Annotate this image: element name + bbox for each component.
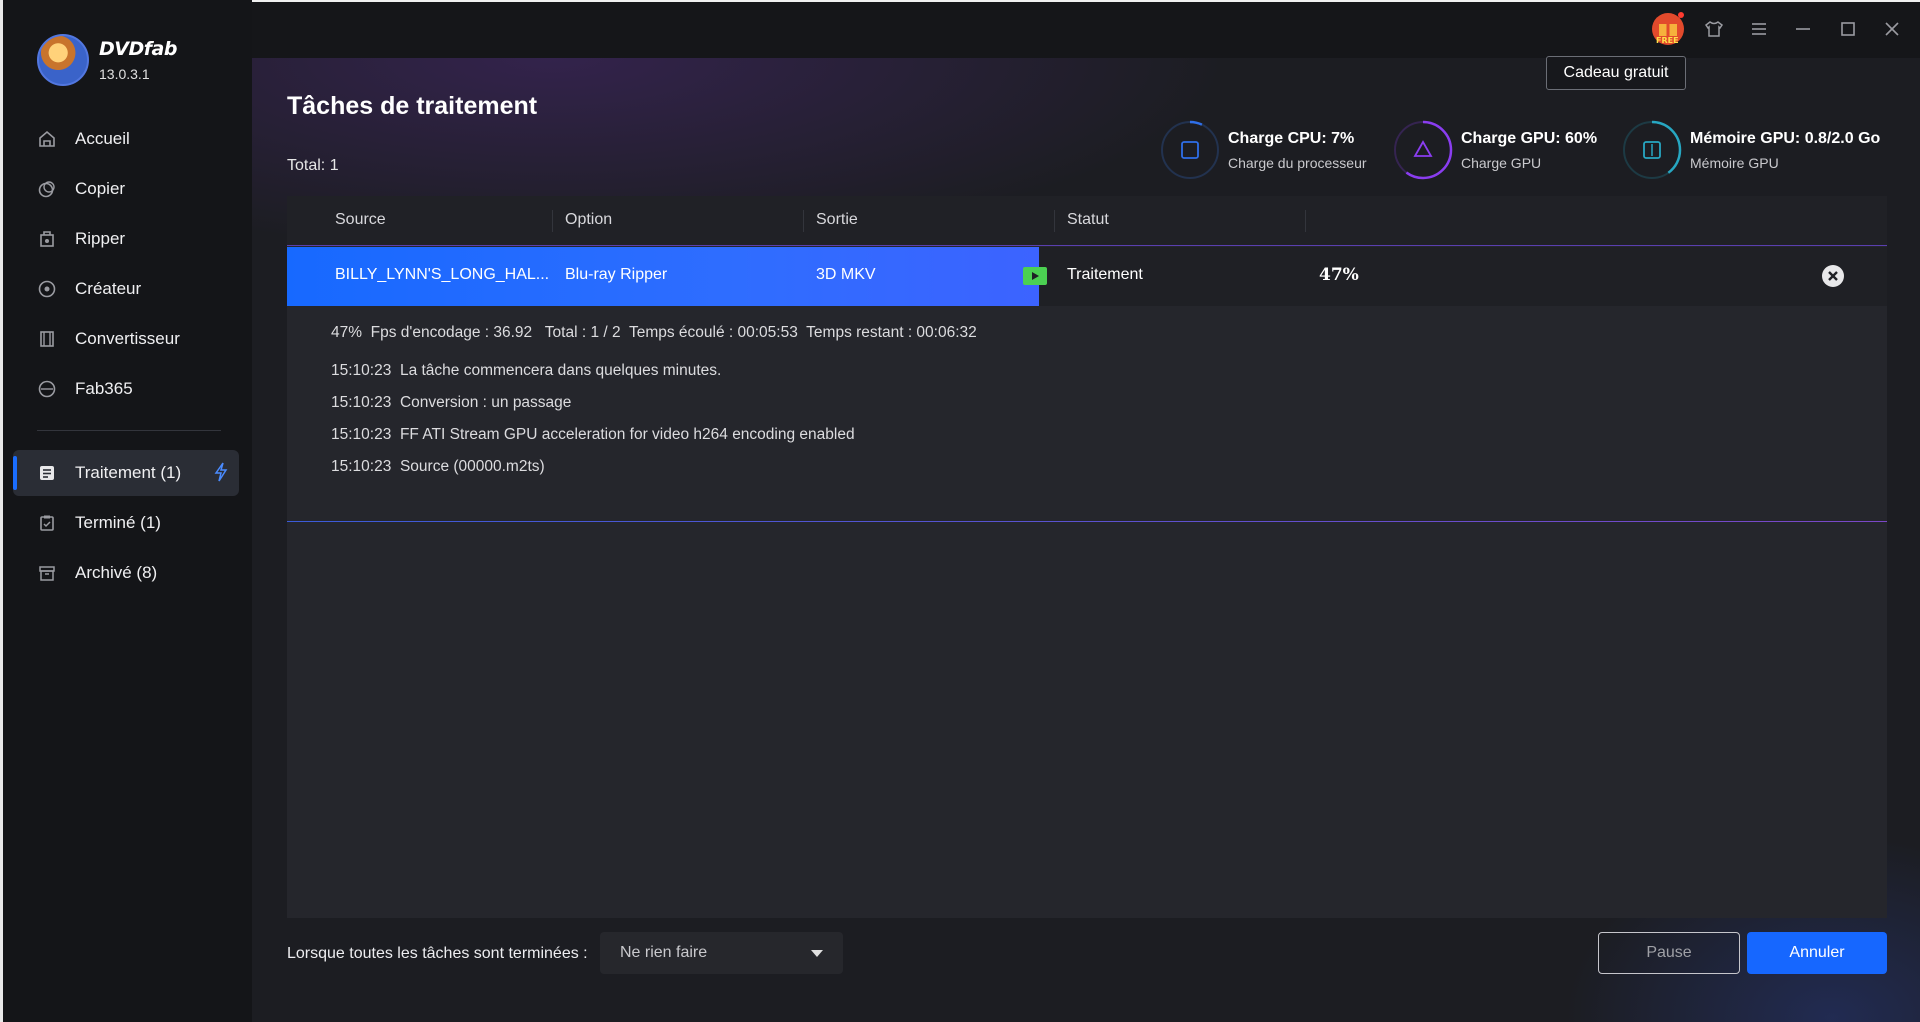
sidebar-item-convertisseur[interactable]: Convertisseur <box>13 316 239 362</box>
gift-icon[interactable]: FREE <box>1650 11 1686 47</box>
title-bar-top-edge <box>252 0 1920 2</box>
app-logo: DVDfab 13.0.3.1 <box>37 34 177 86</box>
dvdfab-logo-icon <box>37 34 89 86</box>
remove-task-button[interactable] <box>1822 265 1844 287</box>
amd-gpu-icon <box>1413 140 1433 157</box>
sidebar: DVDfab 13.0.3.1 Accueil Copier Ripper Cr… <box>3 0 252 1022</box>
sidebar-item-label: Archivé (8) <box>75 563 158 582</box>
cpu-ring <box>1160 120 1220 180</box>
task-table: Source Option Sortie Statut BILLY_LYNN'S… <box>287 196 1887 918</box>
table-header: Source Option Sortie Statut <box>287 196 1887 246</box>
page-title: Tâches de traitement <box>287 92 538 120</box>
sidebar-item-traitement[interactable]: Traitement (1) <box>13 450 239 496</box>
ripper-icon <box>37 229 57 249</box>
gpu-memory-meter: Mémoire GPU: 0.8/2.0 Go Mémoire GPU <box>1622 120 1880 180</box>
sidebar-item-archive[interactable]: Archivé (8) <box>13 550 239 596</box>
sidebar-item-copier[interactable]: Copier <box>13 166 239 212</box>
column-header-source[interactable]: Source <box>335 211 386 229</box>
cpu-meter-sub: Charge du processeur <box>1228 154 1367 171</box>
gpu-memory-meter-title: Mémoire GPU: 0.8/2.0 Go <box>1690 129 1881 147</box>
cpu-meter-title: Charge CPU: 7% <box>1228 129 1355 147</box>
sidebar-item-label: Traitement (1) <box>75 463 182 482</box>
sidebar-item-label: Fab365 <box>75 379 133 398</box>
row-source: BILLY_LYNN'S_LONG_HAL... <box>335 266 550 283</box>
column-header-output[interactable]: Sortie <box>816 211 858 229</box>
gpu-meter: Charge GPU: 60% Charge GPU <box>1393 120 1597 180</box>
sidebar-item-accueil[interactable]: Accueil <box>13 116 239 162</box>
menu-icon[interactable] <box>1746 16 1772 42</box>
chevron-down-icon <box>811 950 823 957</box>
archive-icon <box>37 563 57 583</box>
row-output: 3D MKV <box>816 266 876 283</box>
pause-button[interactable]: Pause <box>1598 932 1740 974</box>
close-icon <box>1828 271 1838 281</box>
log-line: 15:10:23 FF ATI Stream GPU acceleration … <box>331 426 855 443</box>
play-icon[interactable] <box>1023 267 1047 285</box>
gpu-memory-meter-sub: Mémoire GPU <box>1690 154 1779 171</box>
table-row[interactable]: BILLY_LYNN'S_LONG_HAL... Blu-ray Ripper … <box>287 247 1887 306</box>
row-status: Traitement <box>1067 266 1143 283</box>
app-brand: DVDfab <box>99 38 177 60</box>
processing-icon <box>37 463 57 483</box>
home-icon <box>37 129 57 149</box>
cpu-chip-icon <box>1181 141 1199 159</box>
sidebar-item-label: Convertisseur <box>75 329 180 348</box>
column-separator <box>803 210 804 232</box>
sidebar-item-fab365[interactable]: Fab365 <box>13 366 239 412</box>
column-separator <box>1305 210 1306 232</box>
gpu-meter-sub: Charge GPU <box>1461 154 1542 171</box>
sidebar-item-label: Créateur <box>75 279 142 298</box>
maximize-icon[interactable] <box>1835 16 1861 42</box>
log-line: 15:10:23 La tâche commencera dans quelqu… <box>331 362 722 379</box>
cancel-button[interactable]: Annuler <box>1747 932 1887 974</box>
gift-tooltip: Cadeau gratuit <box>1546 56 1686 90</box>
creator-icon <box>37 279 57 299</box>
log-separator <box>287 521 1887 522</box>
log-line: 15:10:23 Source (00000.m2ts) <box>331 458 545 475</box>
sidebar-item-label: Ripper <box>75 229 126 248</box>
cpu-meter: Charge CPU: 7% Charge du processeur <box>1160 120 1367 180</box>
fab365-icon <box>37 379 57 399</box>
task-total: Total: 1 <box>287 157 339 174</box>
close-window-icon[interactable] <box>1879 16 1905 42</box>
skin-icon[interactable] <box>1701 16 1727 42</box>
sidebar-item-termine[interactable]: Terminé (1) <box>13 500 239 546</box>
lightning-icon <box>213 462 229 487</box>
column-header-option[interactable]: Option <box>565 211 612 229</box>
log-line: 15:10:23 Conversion : un passage <box>331 394 572 411</box>
sidebar-item-label: Terminé (1) <box>75 513 161 532</box>
app-version: 13.0.3.1 <box>99 66 150 82</box>
sidebar-item-ripper[interactable]: Ripper <box>13 216 239 262</box>
row-option: Blu-ray Ripper <box>565 266 668 283</box>
log-progress-line: 47% Fps d'encodage : 36.92 Total : 1 / 2… <box>331 324 977 341</box>
after-tasks-select[interactable]: Ne rien faire <box>600 932 843 974</box>
row-percent: 47% <box>1319 265 1359 285</box>
gift-badge: FREE <box>1656 36 1679 45</box>
sidebar-item-label: Accueil <box>75 129 130 148</box>
gpu-ring <box>1393 120 1453 180</box>
column-separator <box>552 210 553 232</box>
sidebar-item-createur[interactable]: Créateur <box>13 266 239 312</box>
after-tasks-label: Lorsque toutes les tâches sont terminées… <box>287 945 588 962</box>
converter-icon <box>37 329 57 349</box>
gpu-meter-title: Charge GPU: 60% <box>1461 129 1598 147</box>
sidebar-divider <box>37 430 221 431</box>
copy-icon <box>37 179 57 199</box>
column-separator <box>1054 210 1055 232</box>
column-header-status[interactable]: Statut <box>1067 211 1109 229</box>
sidebar-item-label: Copier <box>75 179 126 198</box>
after-tasks-select-value: Ne rien faire <box>620 944 708 961</box>
gpu-memory-ring <box>1622 120 1682 180</box>
finished-icon <box>37 513 57 533</box>
minimize-icon[interactable] <box>1790 16 1816 42</box>
